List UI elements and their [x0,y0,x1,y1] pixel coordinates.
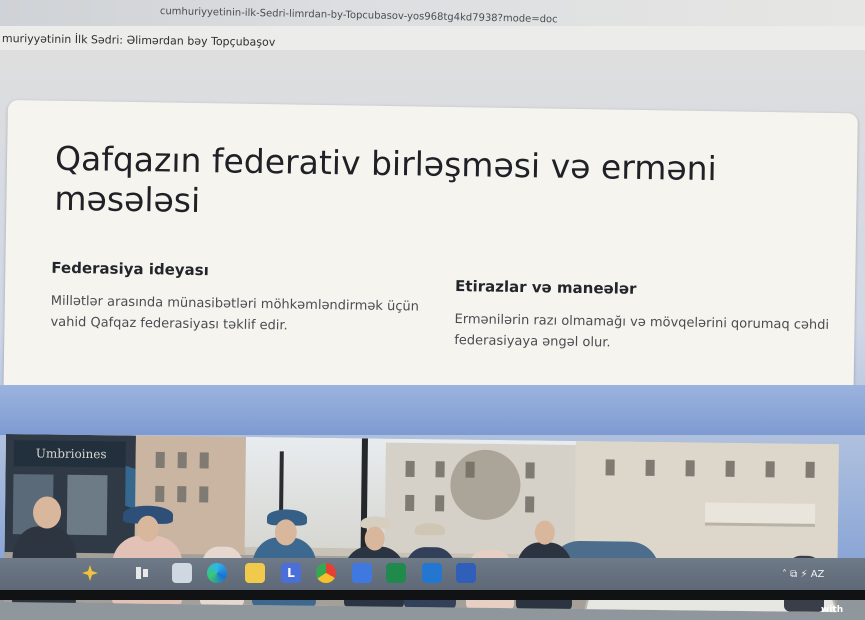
shop-sign-text: Umbrioines [35,446,107,462]
outlook-icon[interactable] [422,563,442,583]
column-objections: Etirazlar və maneələr Ermənilərin razı o… [454,277,835,357]
presentation-stage: Qafqazın federativ birləşməsi və erməni … [0,50,865,615]
chrome-icon[interactable] [316,563,336,583]
edge-icon[interactable] [207,563,227,583]
monitor-bezel [0,590,865,600]
taskview-icon[interactable] [132,563,152,583]
window [605,459,615,476]
column-federation-idea: Federasiya ideyası Millətlər arasında mü… [50,259,431,339]
window [155,485,165,502]
window [645,459,655,476]
screen: cumhuriyyetinin-ilk-Sedri-limrdan-by-Top… [0,0,865,615]
window [199,452,209,469]
document-title-bar: muriyyətinin İlk Sədri: Əlimərdan bəy To… [0,26,865,51]
window [199,486,209,503]
cafe-awning [704,502,816,527]
explorer-icon[interactable] [245,563,265,583]
window [525,496,535,513]
slide-divider [0,385,865,435]
window [805,461,815,478]
url-text[interactable]: cumhuriyyetinin-ilk-Sedri-limrdan-by-Top… [160,6,558,25]
store-icon[interactable] [352,563,372,583]
excel-icon[interactable] [386,563,406,583]
person-hat [414,523,445,536]
word-icon[interactable] [456,563,476,583]
window [435,495,445,512]
window [177,486,187,503]
l-app-icon[interactable]: L [281,563,301,583]
shop-sign: Umbrioines [13,440,126,468]
window [155,451,165,468]
shop-window [66,474,108,536]
window [725,460,735,477]
browser-address-bar[interactable]: cumhuriyyetinin-ilk-Sedri-limrdan-by-Top… [0,0,865,26]
window [405,494,415,511]
window [525,462,535,479]
document-title: muriyyətinin İlk Sədri: Əlimərdan bəy To… [1,32,276,49]
system-tray[interactable]: ˄ ⧉ ⚡ AZ [782,569,824,580]
window [765,461,775,478]
column-body: Millətlər arasında münasibətləri möhkəml… [50,293,420,334]
slide-card: Qafqazın federativ birləşməsi və erməni … [3,100,858,414]
column-title: Federasiya ideyası [51,258,209,280]
taskbar: L ˄ ⧉ ⚡ AZ [0,558,865,590]
column-title: Etirazlar və maneələr [454,277,637,298]
column-body: Ermənilərin razı olmamağı və mövqelərini… [454,312,830,351]
window [685,460,695,477]
window [177,452,187,469]
window [405,460,415,477]
files-icon[interactable] [172,563,192,583]
widgets-icon[interactable] [80,563,100,583]
window [435,461,445,478]
slide-heading: Qafqazın federativ birləşməsi və erməni … [54,138,718,221]
